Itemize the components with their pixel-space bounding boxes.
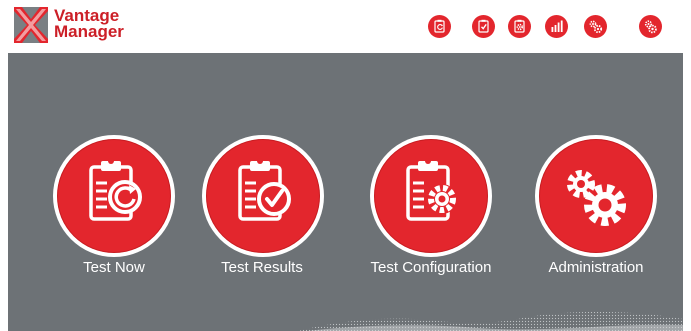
clipboard-check-icon	[238, 158, 291, 221]
test-now-icon	[434, 19, 445, 33]
tile-test-now-label: Test Now	[83, 259, 145, 276]
nav-settings-button[interactable]	[639, 15, 662, 38]
nav-test-configuration-button[interactable]	[508, 15, 531, 38]
top-nav	[0, 15, 691, 39]
nav-test-now-button[interactable]	[428, 15, 451, 38]
tile-test-now-disc	[57, 139, 171, 253]
tile-test-configuration-ring	[370, 135, 492, 257]
main-dashboard: Test Now Test Results Test Configuration…	[8, 53, 683, 331]
tile-administration-ring	[535, 135, 657, 257]
tile-test-results[interactable]: Test Results	[182, 135, 342, 285]
tile-administration-label: Administration	[548, 259, 644, 276]
tile-test-now-ring	[53, 135, 175, 257]
nav-test-results-button[interactable]	[472, 15, 495, 38]
tile-test-configuration-label: Test Configuration	[370, 259, 492, 276]
app-header: Vantage Manager	[0, 0, 691, 52]
tile-test-results-label: Test Results	[221, 259, 303, 276]
tile-test-now[interactable]: Test Now	[34, 135, 194, 285]
clipboard-refresh-icon	[89, 158, 142, 221]
nav-reports-button[interactable]	[545, 15, 568, 38]
tile-test-results-ring	[202, 135, 324, 257]
test-results-icon	[478, 19, 489, 33]
test-configuration-icon	[514, 19, 525, 33]
bar-chart-icon	[551, 20, 563, 32]
tile-administration-disc	[539, 139, 653, 253]
nav-administration-button[interactable]	[584, 15, 607, 38]
tile-administration[interactable]: Administration	[516, 135, 676, 285]
clipboard-gear-icon	[406, 158, 457, 221]
settings-gears-icon	[644, 20, 657, 34]
tile-test-configuration-disc	[374, 139, 488, 253]
gears-icon	[589, 20, 603, 34]
tile-test-results-disc	[206, 139, 320, 253]
gears-icon	[567, 170, 626, 226]
tile-test-configuration[interactable]: Test Configuration	[351, 135, 511, 285]
